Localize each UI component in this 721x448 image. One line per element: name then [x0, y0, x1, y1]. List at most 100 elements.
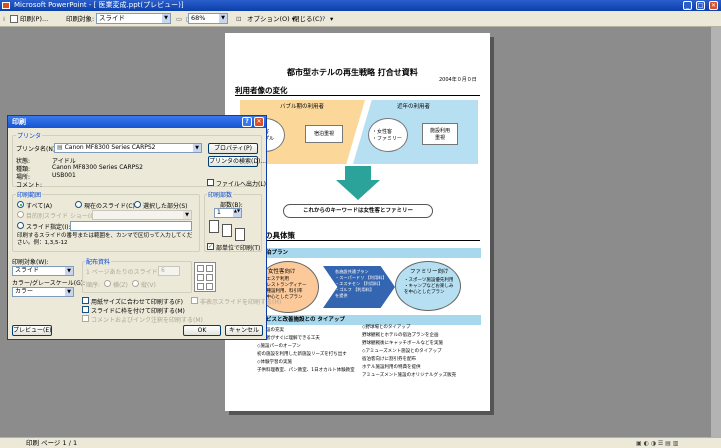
- close-preview-button[interactable]: 閉じる(C): [293, 14, 322, 24]
- comments-checkbox[interactable]: [82, 315, 89, 322]
- fit-paper-label: 用紙サイズに合わせて印刷する(F): [91, 299, 183, 306]
- handouts-slides-select[interactable]: 6: [158, 266, 180, 276]
- range-help-text: 印刷するスライドの番号または範囲を、カンマで区切って入力してください。例：1,3…: [17, 233, 193, 246]
- vertical-scrollbar[interactable]: [711, 27, 721, 437]
- location-value: USB001: [52, 172, 76, 179]
- printer-name-select[interactable]: ▤ Canon MF8300 Series CARPS2 ▼: [54, 143, 202, 153]
- color-label: カラー/グレースケール(G):: [12, 280, 86, 287]
- chevron-down-icon: ▼: [183, 211, 191, 219]
- order-vertical-radio[interactable]: [132, 280, 139, 287]
- section-heading-1: 利用者像の変化: [235, 85, 480, 96]
- order-vertical-label: 縦(V): [141, 282, 156, 289]
- preview-toolbar: ⁞ 印刷(P)... 印刷対象: スライド▼ ▭ ▯ 68%▼ ⊡ オプション(…: [0, 11, 721, 27]
- measure-item: ◇体験学習の実施: [257, 360, 292, 365]
- zoom-value: 68%: [191, 14, 206, 22]
- thumb-icon: [206, 283, 213, 290]
- close-button[interactable]: ✕: [709, 1, 718, 10]
- landscape-icon[interactable]: ▭: [176, 14, 182, 24]
- family-plan-title: ファミリー向け: [410, 269, 449, 275]
- range-custom-show-label: 目的別スライド ショー(O):: [26, 213, 100, 220]
- range-slides-radio[interactable]: [17, 222, 24, 229]
- fit-icon[interactable]: ⊡: [236, 14, 241, 24]
- handouts-group-label: 配布資料: [85, 257, 112, 266]
- fit-paper-checkbox[interactable]: [82, 297, 89, 304]
- section-heading-2: 加のための具体策: [235, 230, 480, 241]
- recent-users-oval: ・女性客 ・ファミリー: [368, 118, 408, 152]
- help-icon[interactable]: ?: [322, 14, 325, 24]
- print-to-file-checkbox[interactable]: [207, 179, 214, 186]
- comment-label: コメント:: [16, 182, 43, 189]
- range-current-label: 現在のスライド(C): [84, 203, 135, 210]
- print-what-label: 印刷対象(W):: [12, 259, 49, 266]
- print-target-select[interactable]: スライド ▼: [96, 13, 171, 24]
- female-plan-title: 女性客向け: [268, 269, 296, 275]
- thumb-icon: [206, 274, 213, 281]
- measure-item: ◇アミューズメント施設とのタイアップ: [362, 349, 442, 354]
- recent-era-label: 近年の利用者: [397, 104, 431, 110]
- slide-title: 都市型ホテルの再生戦略 打合せ資料: [287, 68, 418, 77]
- color-select[interactable]: カラー ▼: [12, 287, 74, 297]
- measure-item: ホテル施設利用の特典を提供: [362, 365, 421, 370]
- custom-show-select[interactable]: ▼: [92, 210, 192, 220]
- window-title: Microsoft PowerPoint - [ 医業変成.ppt(プレビュー)…: [14, 1, 184, 9]
- family-plan-body: ・スポーツ施設優先利用 ・キャンプなどお楽しみ を中心としたプラン: [404, 278, 454, 295]
- common-plan-text: 各施設共通プラン ・スーパードリ 【利用料】 ・エステセン 【利用料】 ・ゴルフ…: [335, 269, 387, 298]
- range-all-radio[interactable]: [17, 201, 24, 208]
- order-horizontal-label: 横(Z): [113, 282, 128, 289]
- right-measure-list: ◇野球場とのタイアップ 野球観戦とホテルの宿泊プランを企画 野球観戦後にキャッチボー…: [362, 325, 482, 395]
- handout-layout-preview: [194, 262, 216, 292]
- properties-button[interactable]: プロパティ(P): [208, 143, 258, 154]
- find-printer-button[interactable]: プリンタの検索(D)...: [208, 156, 266, 167]
- frame-slides-label: スライドに枠を付けて印刷する(M): [91, 308, 185, 315]
- copies-spinner[interactable]: 1 ▲▼: [214, 208, 242, 218]
- spinner-arrows-icon[interactable]: ▲▼: [233, 209, 241, 217]
- print-what-value: スライド: [15, 267, 40, 274]
- thumb-icon: [197, 274, 204, 281]
- zoom-select[interactable]: 68% ▼: [188, 13, 228, 24]
- measure-item: 初の施設を利用した新施設リーズを打ち出す: [257, 352, 347, 357]
- frame-slides-checkbox[interactable]: [82, 306, 89, 313]
- minimize-button[interactable]: _: [683, 1, 692, 10]
- measure-item: ◇施設パーのオープン: [257, 344, 301, 349]
- slides-input[interactable]: [70, 221, 192, 231]
- maximize-button[interactable]: □: [696, 1, 705, 10]
- ok-button[interactable]: OK: [183, 325, 221, 336]
- collate-checkbox[interactable]: ✓: [207, 243, 214, 250]
- recent-purpose-box: 施設利用 重視: [422, 123, 458, 145]
- down-arrow-shaft: [345, 166, 371, 180]
- plan-band: る宿泊プラン: [247, 248, 481, 258]
- chevron-down-icon: ▼: [65, 267, 73, 275]
- chevron-down-icon: ▼: [219, 14, 227, 23]
- common-plan-shape: 各施設共通プラン ・スーパードリ 【利用料】 ・エステセン 【利用料】 ・ゴルフ…: [323, 266, 395, 308]
- print-range-label: 印刷範囲: [16, 190, 43, 199]
- preview-button[interactable]: プレビュー(E): [12, 325, 52, 336]
- print-icon: [10, 15, 18, 23]
- chevron-down-icon: ▼: [162, 14, 170, 23]
- status-bar: 印刷 ページ 1 / 1 ▣ ◐ ◑ ☰ ▤ ▥: [0, 437, 721, 448]
- keyword-box: これからのキーワードは女性客とファミリー: [283, 204, 433, 218]
- print-button[interactable]: 印刷(P)...: [20, 14, 48, 24]
- copies-group-label: 印刷部数: [207, 190, 234, 199]
- print-what-select[interactable]: スライド ▼: [12, 266, 74, 276]
- range-current-radio[interactable]: [75, 201, 82, 208]
- order-horizontal-radio[interactable]: [104, 280, 111, 287]
- measure-item: 野球観戦後にキャッチボールなどを実施: [362, 341, 443, 346]
- collate-label: 部単位で印刷(T): [216, 245, 261, 252]
- range-slides-label: スライド指定(I):: [26, 224, 71, 231]
- hidden-slides-checkbox[interactable]: [191, 297, 198, 304]
- thumb-icon: [197, 283, 204, 290]
- left-measure-list: モン設の充実 利用者がすぐに理解できる工夫 ◇施設パーのオープン 初の施設を利用した新…: [257, 328, 367, 398]
- chevron-down-icon: ▼: [193, 144, 201, 152]
- cancel-button[interactable]: キャンセル: [225, 325, 263, 336]
- printer-icon: ▤: [57, 144, 65, 151]
- dialog-help-button[interactable]: ?: [242, 117, 252, 127]
- toolbar-options-chevron[interactable]: ▾: [330, 14, 333, 24]
- options-button[interactable]: オプション(O) ▾: [247, 14, 295, 24]
- dialog-close-button[interactable]: ✕: [254, 117, 264, 127]
- powerpoint-app-icon: [2, 2, 10, 9]
- slide-date: 2004年０月０日: [439, 77, 477, 83]
- range-custom-show-radio[interactable]: [17, 211, 24, 218]
- range-selection-radio[interactable]: [134, 201, 141, 208]
- handouts-slides-value: 6: [161, 267, 165, 274]
- printer-group-label: プリンタ: [16, 131, 43, 140]
